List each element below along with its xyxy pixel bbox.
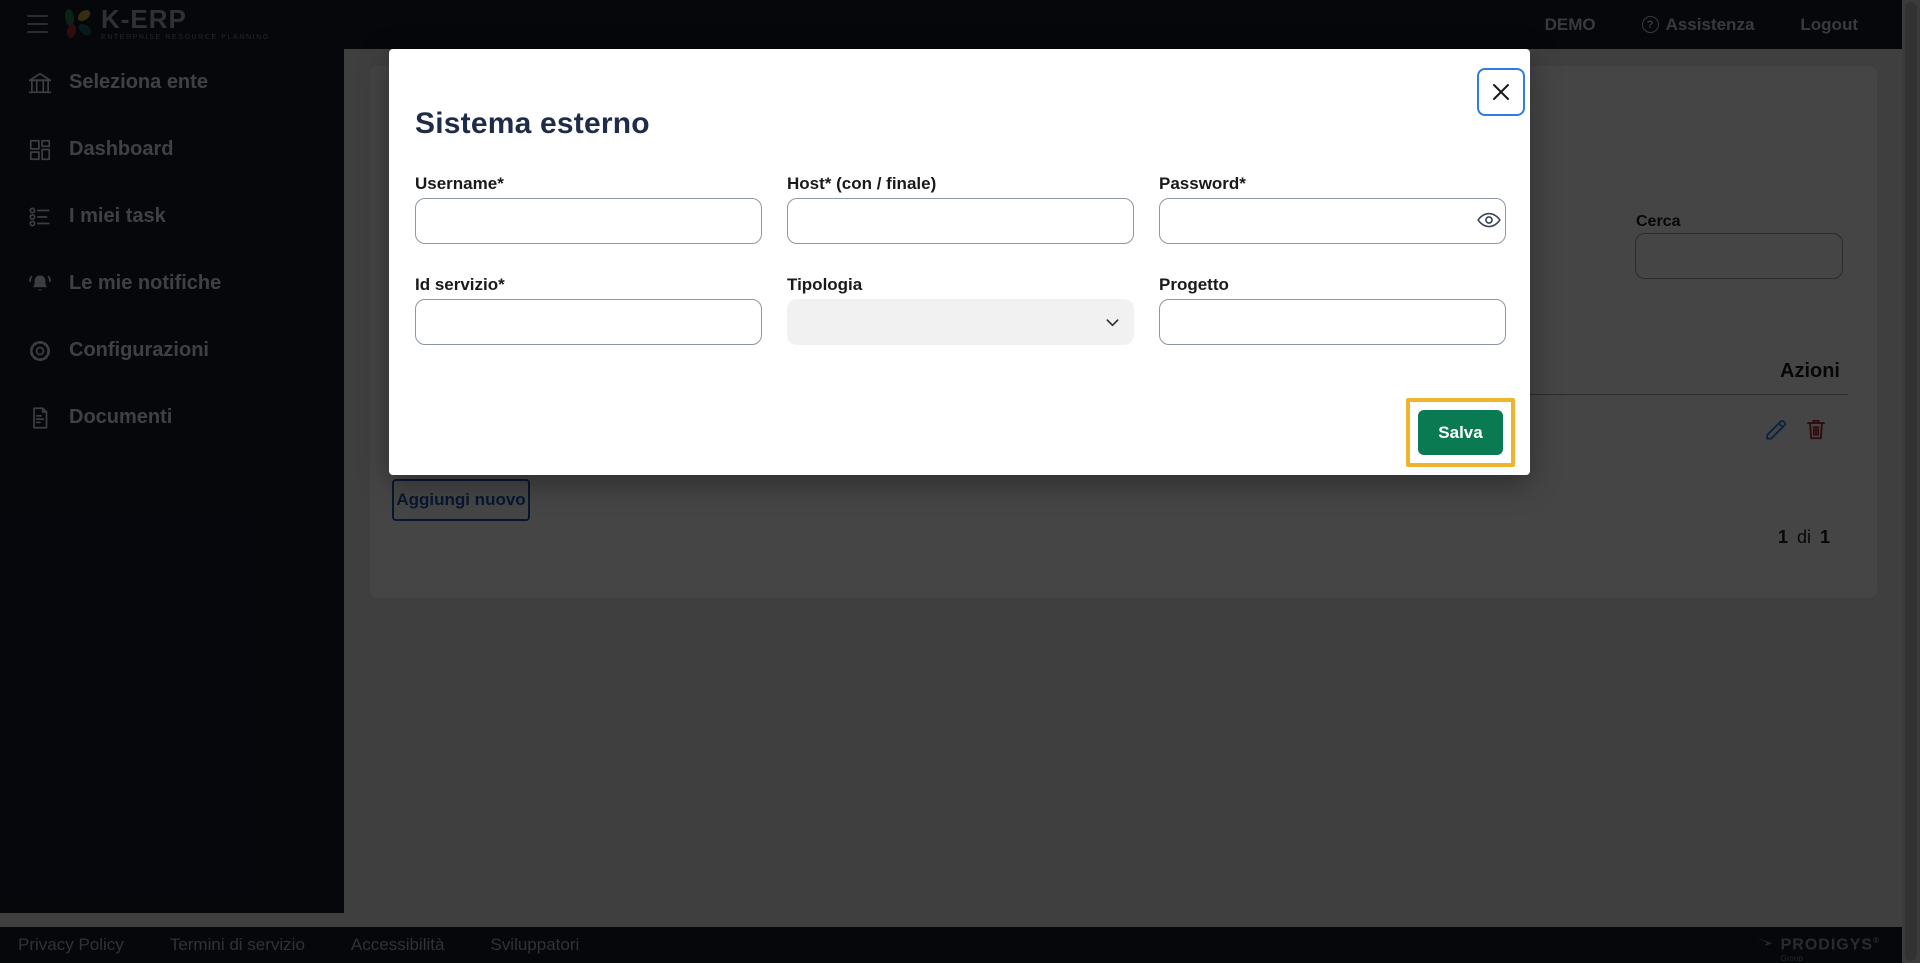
password-label: Password* — [1159, 174, 1506, 194]
username-input[interactable] — [415, 198, 762, 244]
close-icon[interactable] — [1477, 68, 1525, 116]
tipologia-select[interactable] — [787, 299, 1134, 345]
password-field-group: Password* — [1159, 174, 1506, 244]
host-field-group: Host* (con / finale) — [787, 174, 1134, 244]
progetto-input[interactable] — [1159, 299, 1506, 345]
progetto-label: Progetto — [1159, 275, 1506, 295]
host-input[interactable] — [787, 198, 1134, 244]
chevron-down-icon — [1105, 315, 1120, 330]
toggle-password-visibility-button[interactable] — [1474, 206, 1504, 236]
id-servizio-field-group: Id servizio* — [415, 275, 762, 345]
username-field-group: Username* — [415, 174, 762, 244]
host-label: Host* (con / finale) — [787, 174, 1134, 194]
username-label: Username* — [415, 174, 762, 194]
tipologia-label: Tipologia — [787, 275, 1134, 295]
dialog-title: Sistema esterno — [415, 107, 650, 141]
app-root: Cerca Azioni Aggiungi nuovo 1 di 1 K-ERP — [0, 0, 1920, 963]
id-servizio-label: Id servizio* — [415, 275, 762, 295]
save-button-focus-ring: Salva — [1406, 398, 1515, 467]
eye-icon — [1476, 207, 1502, 236]
dialog-form: Username* Host* (con / finale) Password* — [415, 174, 1506, 345]
sistema-esterno-dialog: Sistema esterno Username* Host* (con / f… — [389, 49, 1530, 475]
id-servizio-input[interactable] — [415, 299, 762, 345]
tipologia-field-group: Tipologia — [787, 275, 1134, 345]
save-button[interactable]: Salva — [1418, 410, 1503, 455]
progetto-field-group: Progetto — [1159, 275, 1506, 345]
password-input[interactable] — [1159, 198, 1506, 244]
